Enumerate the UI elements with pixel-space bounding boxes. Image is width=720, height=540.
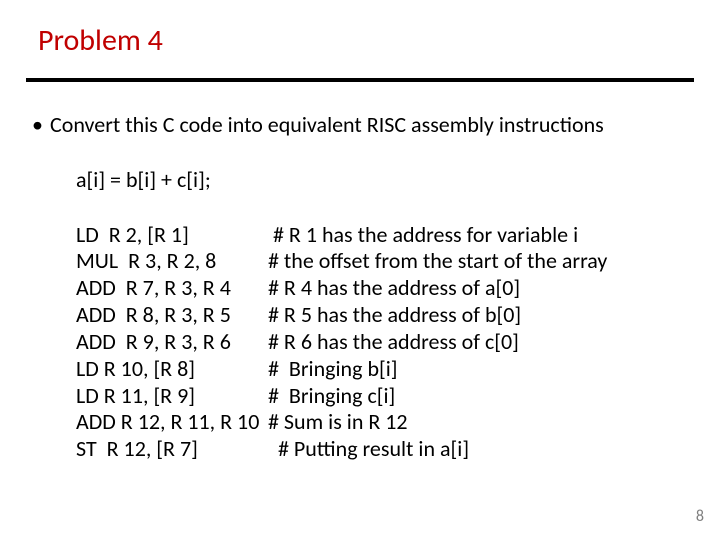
asm-row: ADD R 9, R 3, R 6 # R 6 has the address … <box>76 329 692 356</box>
title-underline <box>26 78 694 82</box>
asm-comment: # R 5 has the address of b[0] <box>268 302 521 329</box>
asm-comment: # Sum is in R 12 <box>268 409 408 436</box>
asm-instruction: ADD R 7, R 3, R 4 <box>76 275 268 302</box>
bullet-item: • Convert this C code into equivalent RI… <box>32 112 692 139</box>
asm-comment: # the offset from the start of the array <box>268 248 607 275</box>
asm-comment: # Putting result in a[i] <box>268 436 469 463</box>
asm-instruction: MUL R 3, R 2, 8 <box>76 248 268 275</box>
asm-instruction: LD R 11, [R 9] <box>76 383 268 410</box>
asm-instruction: ADD R 12, R 11, R 10 <box>76 409 268 436</box>
bullet-text: Convert this C code into equivalent RISC… <box>50 112 692 139</box>
assembly-block: LD R 2, [R 1] # R 1 has the address for … <box>76 222 692 463</box>
slide: Problem 4 • Convert this C code into equ… <box>0 0 720 540</box>
asm-row: ADD R 8, R 3, R 5 # R 5 has the address … <box>76 302 692 329</box>
asm-instruction: LD R 10, [R 8] <box>76 356 268 383</box>
asm-comment: # Bringing c[i] <box>268 383 395 410</box>
asm-instruction: LD R 2, [R 1] <box>76 222 268 249</box>
asm-row: MUL R 3, R 2, 8 # the offset from the st… <box>76 248 692 275</box>
c-code-line: a[i] = b[i] + c[i]; <box>76 167 692 194</box>
asm-row: LD R 2, [R 1] # R 1 has the address for … <box>76 222 692 249</box>
slide-title: Problem 4 <box>38 22 163 59</box>
asm-instruction: ADD R 8, R 3, R 5 <box>76 302 268 329</box>
page-number: 8 <box>696 507 704 526</box>
asm-row: LD R 10, [R 8] # Bringing b[i] <box>76 356 692 383</box>
bullet-dot-icon: • <box>32 112 50 139</box>
asm-comment: # R 1 has the address for variable i <box>268 222 578 249</box>
asm-comment: # Bringing b[i] <box>268 356 398 383</box>
asm-row: ST R 12, [R 7] # Putting result in a[i] <box>76 436 692 463</box>
asm-instruction: ADD R 9, R 3, R 6 <box>76 329 268 356</box>
asm-row: ADD R 12, R 11, R 10 # Sum is in R 12 <box>76 409 692 436</box>
asm-comment: # R 6 has the address of c[0] <box>268 329 519 356</box>
slide-body: • Convert this C code into equivalent RI… <box>32 112 692 463</box>
asm-comment: # R 4 has the address of a[0] <box>268 275 520 302</box>
asm-row: LD R 11, [R 9] # Bringing c[i] <box>76 383 692 410</box>
asm-row: ADD R 7, R 3, R 4 # R 4 has the address … <box>76 275 692 302</box>
asm-instruction: ST R 12, [R 7] <box>76 436 268 463</box>
